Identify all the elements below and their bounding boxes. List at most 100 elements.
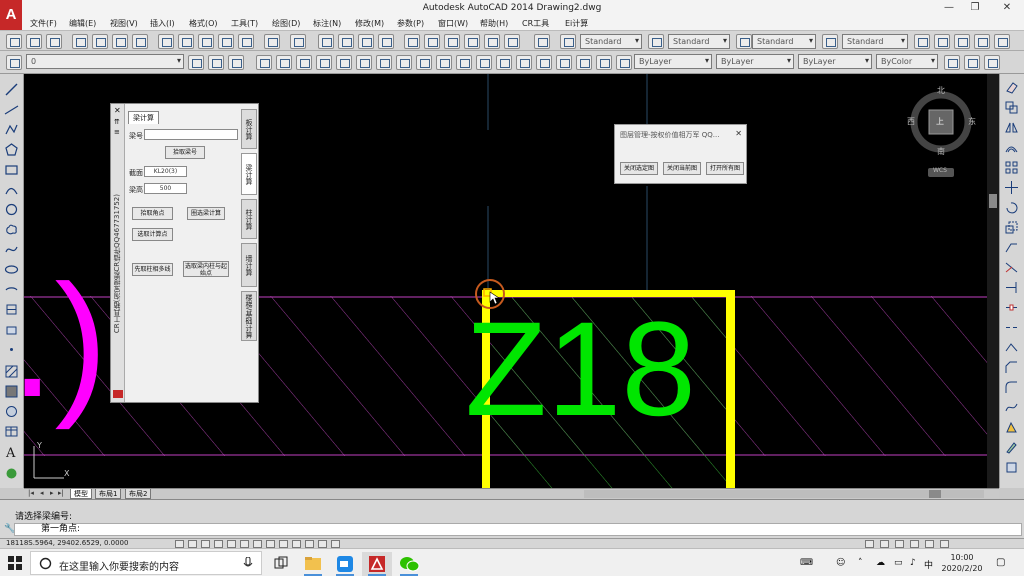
tray-person-icon[interactable]: ☺ — [836, 558, 845, 568]
move-tool-icon[interactable] — [1004, 180, 1019, 195]
tray-overflow-icon[interactable]: ˄ — [858, 558, 863, 568]
add-selected-icon[interactable] — [4, 466, 19, 481]
construction-line-icon[interactable] — [4, 102, 19, 117]
region-icon[interactable] — [4, 404, 19, 419]
object-snap-icon[interactable] — [240, 540, 249, 548]
autocad-taskbar-icon[interactable] — [362, 552, 392, 576]
multiline-text-icon[interactable]: A — [4, 444, 19, 461]
mleader-style-icon[interactable] — [822, 34, 838, 49]
next-tab-icon[interactable]: ▸ — [50, 489, 54, 497]
close-current-layer-button[interactable]: 关闭当前图 — [663, 162, 701, 175]
undo-icon[interactable] — [264, 34, 280, 49]
array-tool-icon[interactable] — [1004, 160, 1019, 175]
3d-print-icon[interactable] — [132, 34, 148, 49]
tab-beam-calc[interactable]: 梁计算 — [128, 111, 159, 124]
menu-window[interactable]: 窗口(W) — [438, 18, 468, 29]
pick-corner-button[interactable]: 拾取角点 — [132, 207, 173, 220]
viewcube-north[interactable]: 北 — [937, 85, 945, 96]
layer-tool-5-icon[interactable] — [994, 34, 1010, 49]
ellipse-icon[interactable] — [4, 262, 19, 277]
rotate-tool-icon[interactable] — [1004, 200, 1019, 215]
ortho-mode-icon[interactable] — [214, 540, 223, 548]
join-tool-icon[interactable] — [1004, 340, 1019, 355]
tab-layout1[interactable]: 布局1 — [95, 489, 122, 499]
break-at-point-icon[interactable] — [1004, 300, 1019, 315]
menu-edit[interactable]: 编辑(E) — [69, 18, 96, 29]
beam-name-field[interactable] — [144, 129, 238, 140]
new-icon[interactable] — [6, 34, 22, 49]
explode-tool-icon[interactable] — [1004, 420, 1019, 435]
tray-cloud-icon[interactable]: ☁ — [876, 558, 885, 568]
infer-constraints-icon[interactable] — [175, 540, 184, 548]
windows-start-icon[interactable] — [8, 556, 22, 570]
block-editor-icon[interactable] — [238, 34, 254, 49]
mirror-tool-icon[interactable] — [1004, 120, 1019, 135]
menu-file[interactable]: 文件(F) — [30, 18, 57, 29]
properties-tool-icon[interactable] — [1004, 460, 1019, 475]
command-input[interactable]: 第一角点: — [14, 523, 1022, 536]
palette-properties-icon[interactable]: ≡ — [114, 128, 120, 136]
publish-icon[interactable] — [112, 34, 128, 49]
tab-slab-calc[interactable]: 板计算 — [241, 109, 257, 149]
break-icon[interactable] — [476, 55, 492, 70]
3d-object-snap-icon[interactable] — [253, 540, 262, 548]
palette-close-icon[interactable]: ✕ — [114, 106, 121, 115]
menu-modify[interactable]: 修改(M) — [355, 18, 384, 29]
plotstyle-select[interactable]: ByColor — [876, 54, 938, 69]
take-column-multiline-button[interactable]: 先取柱相多线 — [132, 263, 173, 276]
menu-tools[interactable]: 工具(T) — [231, 18, 258, 29]
task-view-icon[interactable] — [266, 552, 296, 576]
text-edit-icon[interactable] — [984, 55, 1000, 70]
stretch-icon[interactable] — [416, 55, 432, 70]
color-select[interactable]: ByLayer — [634, 54, 712, 69]
tab-column-calc[interactable]: 柱计算 — [241, 199, 257, 239]
tray-keyboard-icon[interactable]: ⌨ — [800, 558, 813, 568]
offset-icon[interactable] — [316, 55, 332, 70]
close-button[interactable]: ✕ — [996, 1, 1018, 15]
trim-icon[interactable] — [436, 55, 452, 70]
line-icon[interactable] — [4, 82, 19, 97]
make-current-icon[interactable] — [188, 55, 204, 70]
sheet-set-icon[interactable] — [464, 34, 480, 49]
dtext-icon[interactable] — [964, 55, 980, 70]
palette-title-strip[interactable]: ✕ ⇈ ≡ CR工具箱(淘宝搜索CR插件QQ467731752) — [111, 104, 125, 402]
chamfer-icon[interactable] — [516, 55, 532, 70]
zoom-window-icon[interactable] — [358, 34, 374, 49]
quickcalc-icon[interactable] — [504, 34, 520, 49]
last-tab-icon[interactable]: ▸| — [58, 489, 64, 497]
save-icon[interactable] — [46, 34, 62, 49]
layer-state-icon[interactable] — [228, 55, 244, 70]
mleader-style-select[interactable]: Standard — [842, 34, 908, 49]
prev-tab-icon[interactable]: ◂ — [40, 489, 44, 497]
fillet-icon[interactable] — [536, 55, 552, 70]
table-style-icon[interactable] — [736, 34, 752, 49]
grid-display-icon[interactable] — [201, 540, 210, 548]
notification-icon[interactable]: ▢ — [996, 557, 1005, 568]
annotation-scale-icon[interactable] — [880, 540, 889, 548]
offset-tool-icon[interactable] — [1004, 140, 1019, 155]
dim-style-select[interactable]: Standard — [668, 34, 730, 49]
menu-help[interactable]: 帮助(H) — [480, 18, 508, 29]
layer-tool-1-icon[interactable] — [914, 34, 930, 49]
viewcube[interactable]: 北 南 东 西 上 WCS — [904, 84, 984, 180]
close-selected-layer-button[interactable]: 关闭选定图 — [620, 162, 658, 175]
layer-previous-icon[interactable] — [208, 55, 224, 70]
dim-style-icon[interactable] — [648, 34, 664, 49]
dynamic-input-icon[interactable] — [292, 540, 301, 548]
autocad-logo-icon[interactable]: A — [0, 0, 22, 32]
tab-beam-calc-side[interactable]: 梁计算 — [241, 153, 257, 195]
wcs-menu[interactable]: WCS — [933, 167, 947, 174]
menu-view[interactable]: 视图(V) — [110, 18, 138, 29]
layer-properties-icon[interactable] — [6, 55, 22, 70]
file-explorer-icon[interactable] — [298, 552, 328, 576]
circle-select-calc-button[interactable]: 圈选梁计算 — [187, 207, 225, 220]
spline-icon[interactable] — [4, 242, 19, 257]
taskbar-search-box[interactable]: 在这里输入你要搜索的内容 — [30, 551, 262, 575]
polygon-icon[interactable] — [4, 142, 19, 157]
rotate-icon[interactable] — [376, 55, 392, 70]
select-inner-column-button[interactable]: 选取梁内柱与起始点 — [183, 261, 229, 277]
pick-beam-button[interactable]: 拾取梁号 — [165, 146, 205, 159]
transparency-toggle-icon[interactable] — [318, 540, 327, 548]
palette-autohide-icon[interactable]: ⇈ — [114, 118, 120, 126]
line-draw-icon[interactable] — [256, 55, 272, 70]
